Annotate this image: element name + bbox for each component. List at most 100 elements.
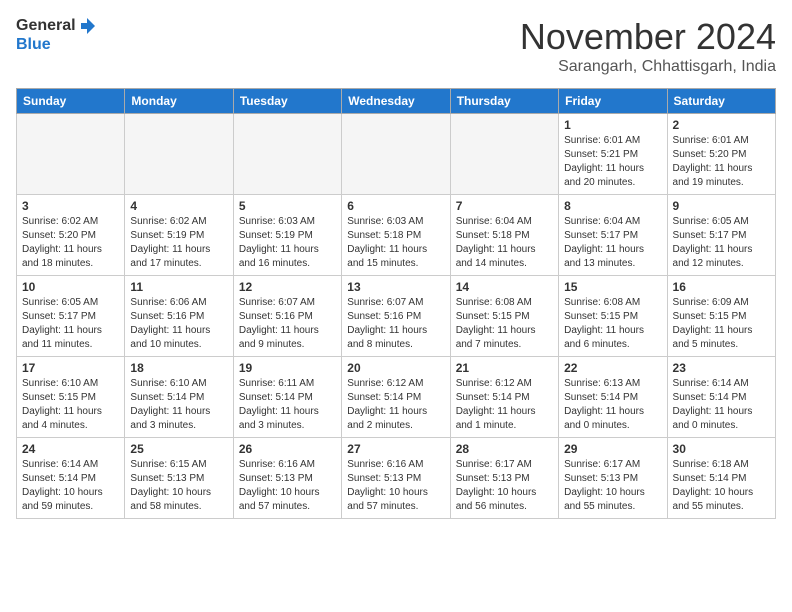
calendar-header-wednesday: Wednesday [342, 89, 450, 114]
day-number: 24 [22, 442, 119, 456]
day-number: 25 [130, 442, 227, 456]
day-info: Sunrise: 6:12 AMSunset: 5:14 PMDaylight:… [456, 377, 553, 433]
calendar-cell: 3 Sunrise: 6:02 AMSunset: 5:20 PMDaylight… [17, 195, 125, 276]
day-number: 5 [239, 199, 336, 213]
day-number: 10 [22, 280, 119, 294]
day-number: 15 [564, 280, 661, 294]
calendar-cell: 1Sunrise: 6:01 AMSunset: 5:21 PMDaylight… [559, 114, 667, 195]
day-number: 18 [130, 361, 227, 375]
calendar-cell: 10Sunrise: 6:05 AMSunset: 5:17 PMDayligh… [17, 276, 125, 357]
day-info: Sunrise: 6:01 AMSunset: 5:20 PMDaylight:… [673, 134, 770, 190]
calendar-cell: 16Sunrise: 6:09 AMSunset: 5:15 PMDayligh… [667, 276, 775, 357]
calendar-cell: 9 Sunrise: 6:05 AMSunset: 5:17 PMDaylight… [667, 195, 775, 276]
calendar-table: SundayMondayTuesdayWednesdayThursdayFrid… [16, 88, 776, 519]
logo-general: General [16, 17, 76, 35]
calendar-cell: 14 Sunrise: 6:08 AMSunset: 5:15 PMDayligh… [450, 276, 558, 357]
day-number: 19 [239, 361, 336, 375]
calendar-week-1: 1Sunrise: 6:01 AMSunset: 5:21 PMDaylight… [17, 114, 776, 195]
day-number: 23 [673, 361, 770, 375]
calendar-header-tuesday: Tuesday [233, 89, 341, 114]
day-info: Sunrise: 6:02 AMSunset: 5:19 PMDaylight:… [130, 215, 227, 271]
day-number: 11 [130, 280, 227, 294]
day-number: 14 [456, 280, 553, 294]
day-number: 29 [564, 442, 661, 456]
day-number: 27 [347, 442, 444, 456]
day-info: Sunrise: 6:11 AMSunset: 5:14 PMDaylight:… [239, 377, 336, 433]
calendar-cell: 12 Sunrise: 6:07 AMSunset: 5:16 PMDayligh… [233, 276, 341, 357]
logo: General Blue [16, 16, 97, 54]
day-number: 13 [347, 280, 444, 294]
calendar-cell: 23 Sunrise: 6:14 AMSunset: 5:14 PMDayligh… [667, 357, 775, 438]
day-number: 7 [456, 199, 553, 213]
calendar-cell: 15 Sunrise: 6:08 AMSunset: 5:15 PMDayligh… [559, 276, 667, 357]
calendar-cell: 26 Sunrise: 6:16 AMSunset: 5:13 PMDayligh… [233, 438, 341, 519]
calendar-week-3: 10Sunrise: 6:05 AMSunset: 5:17 PMDayligh… [17, 276, 776, 357]
location: Sarangarh, Chhattisgarh, India [520, 58, 776, 76]
logo-blue: Blue [16, 36, 51, 53]
day-info: Sunrise: 6:15 AMSunset: 5:13 PMDaylight:… [130, 458, 227, 514]
calendar-header-monday: Monday [125, 89, 233, 114]
calendar-week-5: 24Sunrise: 6:14 AMSunset: 5:14 PMDayligh… [17, 438, 776, 519]
day-info: Sunrise: 6:06 AMSunset: 5:16 PMDaylight:… [130, 296, 227, 352]
day-info: Sunrise: 6:13 AMSunset: 5:14 PMDaylight:… [564, 377, 661, 433]
day-number: 1 [564, 118, 661, 132]
calendar-cell: 27Sunrise: 6:16 AMSunset: 5:13 PMDayligh… [342, 438, 450, 519]
day-info: Sunrise: 6:07 AMSunset: 5:16 PMDaylight:… [239, 296, 336, 352]
calendar-cell [233, 114, 341, 195]
calendar-cell: 28 Sunrise: 6:17 AMSunset: 5:13 PMDayligh… [450, 438, 558, 519]
calendar-cell: 17 Sunrise: 6:10 AMSunset: 5:15 PMDayligh… [17, 357, 125, 438]
day-info: Sunrise: 6:17 AMSunset: 5:13 PMDaylight:… [456, 458, 553, 514]
day-info: Sunrise: 6:10 AMSunset: 5:15 PMDaylight:… [22, 377, 119, 433]
day-info: Sunrise: 6:08 AMSunset: 5:15 PMDaylight:… [564, 296, 661, 352]
calendar-cell: 19 Sunrise: 6:11 AMSunset: 5:14 PMDayligh… [233, 357, 341, 438]
day-info: Sunrise: 6:03 AMSunset: 5:18 PMDaylight:… [347, 215, 444, 271]
day-number: 17 [22, 361, 119, 375]
page-header: General Blue November 2024 Sarangarh, Ch… [16, 16, 776, 76]
day-info: Sunrise: 6:14 AMSunset: 5:14 PMDaylight:… [673, 377, 770, 433]
calendar-cell: 4 Sunrise: 6:02 AMSunset: 5:19 PMDaylight… [125, 195, 233, 276]
calendar-week-2: 3 Sunrise: 6:02 AMSunset: 5:20 PMDaylight… [17, 195, 776, 276]
day-number: 16 [673, 280, 770, 294]
day-number: 9 [673, 199, 770, 213]
calendar-header-sunday: Sunday [17, 89, 125, 114]
day-info: Sunrise: 6:07 AMSunset: 5:16 PMDaylight:… [347, 296, 444, 352]
calendar-cell: 7 Sunrise: 6:04 AMSunset: 5:18 PMDaylight… [450, 195, 558, 276]
title-block: November 2024 Sarangarh, Chhattisgarh, I… [520, 16, 776, 76]
calendar-cell: 21 Sunrise: 6:12 AMSunset: 5:14 PMDayligh… [450, 357, 558, 438]
day-number: 3 [22, 199, 119, 213]
calendar-cell: 5 Sunrise: 6:03 AMSunset: 5:19 PMDaylight… [233, 195, 341, 276]
calendar-cell: 18 Sunrise: 6:10 AMSunset: 5:14 PMDayligh… [125, 357, 233, 438]
day-number: 12 [239, 280, 336, 294]
logo-icon [77, 16, 97, 36]
calendar-cell: 29 Sunrise: 6:17 AMSunset: 5:13 PMDayligh… [559, 438, 667, 519]
day-number: 21 [456, 361, 553, 375]
month-title: November 2024 [520, 16, 776, 58]
day-number: 8 [564, 199, 661, 213]
day-info: Sunrise: 6:05 AMSunset: 5:17 PMDaylight:… [673, 215, 770, 271]
day-info: Sunrise: 6:12 AMSunset: 5:14 PMDaylight:… [347, 377, 444, 433]
calendar-week-4: 17 Sunrise: 6:10 AMSunset: 5:15 PMDayligh… [17, 357, 776, 438]
calendar-header-thursday: Thursday [450, 89, 558, 114]
day-info: Sunrise: 6:17 AMSunset: 5:13 PMDaylight:… [564, 458, 661, 514]
day-info: Sunrise: 6:04 AMSunset: 5:18 PMDaylight:… [456, 215, 553, 271]
day-number: 26 [239, 442, 336, 456]
day-number: 28 [456, 442, 553, 456]
day-number: 20 [347, 361, 444, 375]
day-info: Sunrise: 6:03 AMSunset: 5:19 PMDaylight:… [239, 215, 336, 271]
day-number: 30 [673, 442, 770, 456]
calendar-cell: 30Sunrise: 6:18 AMSunset: 5:14 PMDayligh… [667, 438, 775, 519]
day-info: Sunrise: 6:16 AMSunset: 5:13 PMDaylight:… [239, 458, 336, 514]
calendar-cell [125, 114, 233, 195]
day-number: 4 [130, 199, 227, 213]
calendar-cell: 20 Sunrise: 6:12 AMSunset: 5:14 PMDayligh… [342, 357, 450, 438]
day-info: Sunrise: 6:08 AMSunset: 5:15 PMDaylight:… [456, 296, 553, 352]
day-info: Sunrise: 6:10 AMSunset: 5:14 PMDaylight:… [130, 377, 227, 433]
calendar-cell [17, 114, 125, 195]
calendar-header-row: SundayMondayTuesdayWednesdayThursdayFrid… [17, 89, 776, 114]
calendar-cell: 24Sunrise: 6:14 AMSunset: 5:14 PMDayligh… [17, 438, 125, 519]
calendar-cell: 25 Sunrise: 6:15 AMSunset: 5:13 PMDayligh… [125, 438, 233, 519]
calendar-cell: 2 Sunrise: 6:01 AMSunset: 5:20 PMDaylight… [667, 114, 775, 195]
day-info: Sunrise: 6:02 AMSunset: 5:20 PMDaylight:… [22, 215, 119, 271]
day-number: 22 [564, 361, 661, 375]
day-number: 2 [673, 118, 770, 132]
